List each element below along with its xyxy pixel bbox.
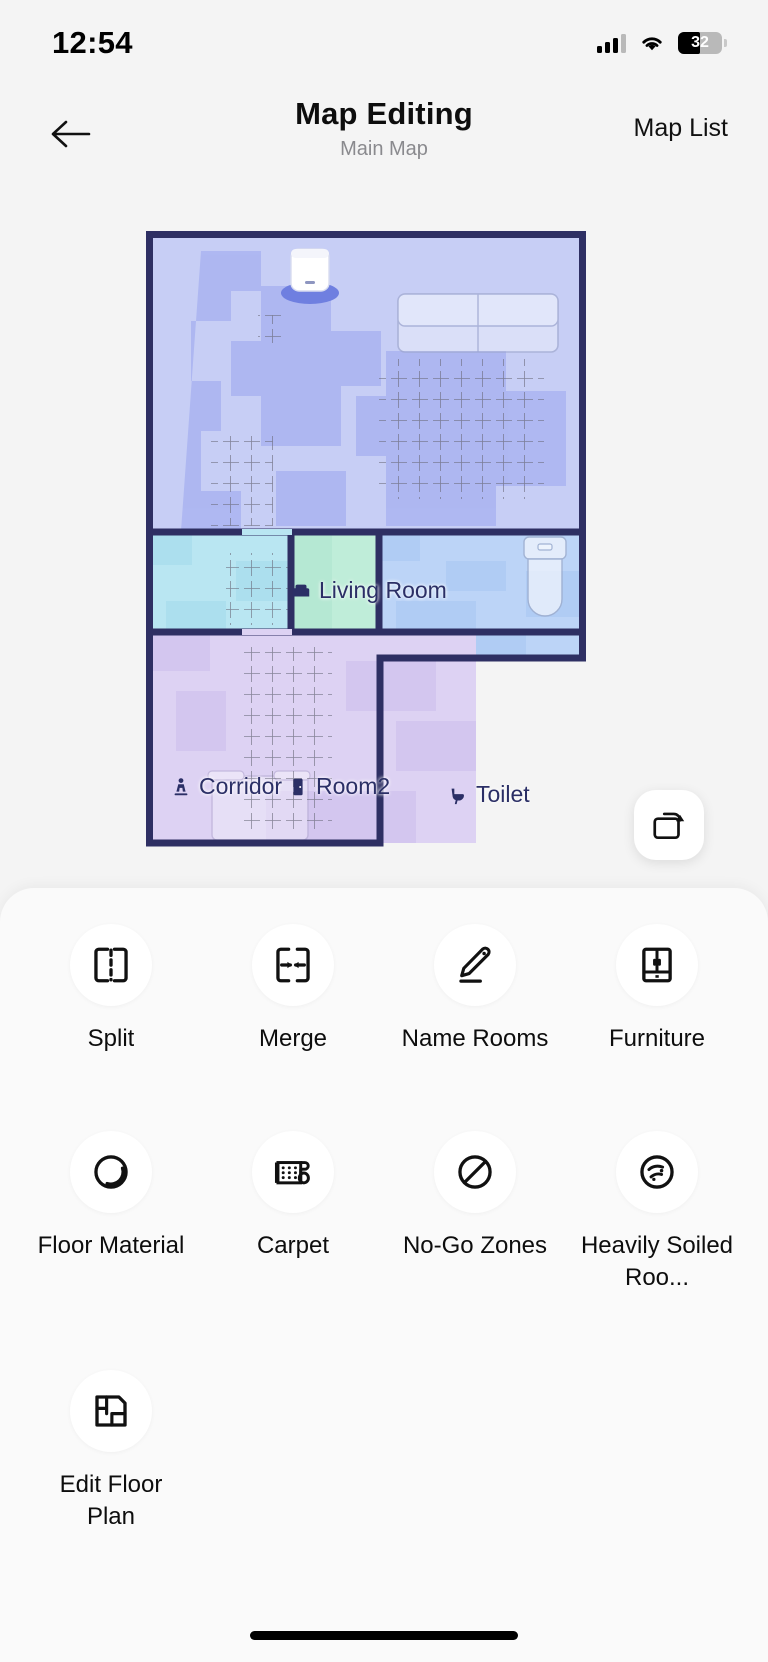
tool-no-go-zones[interactable]: No-Go Zones [384,1130,566,1294]
carpet-roll-icon [274,1160,310,1185]
heavily-soiled-icon [640,1155,674,1189]
room-room2[interactable] [292,535,378,631]
app-screen: 12:54 32 Map Editing Main Map Map List L… [0,0,768,1662]
map-list-button[interactable]: Map List [634,114,728,143]
tool-icon-wrap [434,1130,516,1213]
tool-label: No-Go Zones [402,1231,548,1259]
tool-name-rooms[interactable]: Name Rooms [384,924,566,1055]
floor-plan-map[interactable] [146,231,586,851]
status-bar: 12:54 32 [0,0,768,86]
tools-spacer [384,1370,566,1533]
tool-label: Furniture [608,1025,706,1052]
no-go-icon [458,1155,492,1189]
tool-label: Heavily Soiled Roo... [580,1231,734,1291]
floor-plan-icon [95,1395,127,1427]
status-bar-clock: 12:54 [52,25,133,60]
tools-row-2: Floor Material Carpet No-Go Zones Heavil… [0,1095,768,1294]
carpet-marker [258,315,286,343]
tools-bottom-sheet: Split Merge Name Rooms Furniture Floor M… [0,888,768,1662]
tool-floor-material[interactable]: Floor Material [20,1130,202,1294]
room-living-room[interactable] [149,234,583,531]
tool-icon-wrap [616,924,698,1006]
merge-room-icon [276,947,310,983]
tool-icon-wrap [70,924,152,1006]
tool-icon-wrap [434,924,516,1006]
tools-spacer [202,1370,384,1533]
wifi-icon [642,37,662,51]
tool-label: Merge [258,1025,328,1052]
tools-spacer [566,1370,748,1533]
room-corridor[interactable] [152,535,290,631]
tool-furniture[interactable]: Furniture [566,924,748,1055]
tool-heavily-soiled-rooms[interactable]: Heavily Soiled Roo... [566,1130,748,1294]
carpet-living-room[interactable] [379,359,544,499]
status-bar-indicators: 32 [597,32,727,54]
toilet-furniture[interactable] [523,536,567,617]
carpet-room1[interactable] [244,647,332,831]
tool-edit-floor-plan[interactable]: Edit Floor Plan [20,1369,202,1533]
tool-icon-wrap [252,924,334,1006]
tool-merge[interactable]: Merge [202,924,384,1055]
room-room1[interactable] [150,631,476,843]
rotate-map-button[interactable] [634,790,704,860]
tool-icon-wrap [70,1130,152,1213]
battery-icon: 32 [678,32,727,54]
tool-icon-wrap [252,1130,334,1213]
tool-split[interactable]: Split [20,924,202,1055]
carpet-living-room-2[interactable] [211,436,273,526]
tool-label: Edit Floor Plan [59,1470,163,1530]
tools-row-1: Split Merge Name Rooms Furniture [0,888,768,1055]
tool-label: Split [87,1025,135,1052]
tool-label: Name Rooms [401,1025,549,1052]
tool-label: Floor Material [37,1231,185,1259]
carpet-corridor[interactable] [226,553,288,625]
battery-percent: 32 [691,34,709,51]
navigation-bar: Map Editing Main Map Map List [0,96,768,182]
cellular-signal-icon [597,33,626,53]
floor-material-icon [94,1155,128,1189]
rotate-map-icon [653,812,685,840]
tool-icon-wrap [616,1130,698,1213]
home-indicator [250,1631,518,1640]
pencil-icon [459,946,491,983]
map-canvas[interactable]: Living Room Corridor Room2 Toilet [0,205,768,952]
tool-carpet[interactable]: Carpet [202,1130,384,1294]
wardrobe-icon [642,947,672,983]
tool-label: Carpet [256,1231,330,1259]
tools-row-3: Edit Floor Plan [0,1334,768,1533]
sofa-furniture[interactable] [397,293,559,353]
tool-icon-wrap [70,1369,152,1452]
split-room-icon [94,947,128,983]
